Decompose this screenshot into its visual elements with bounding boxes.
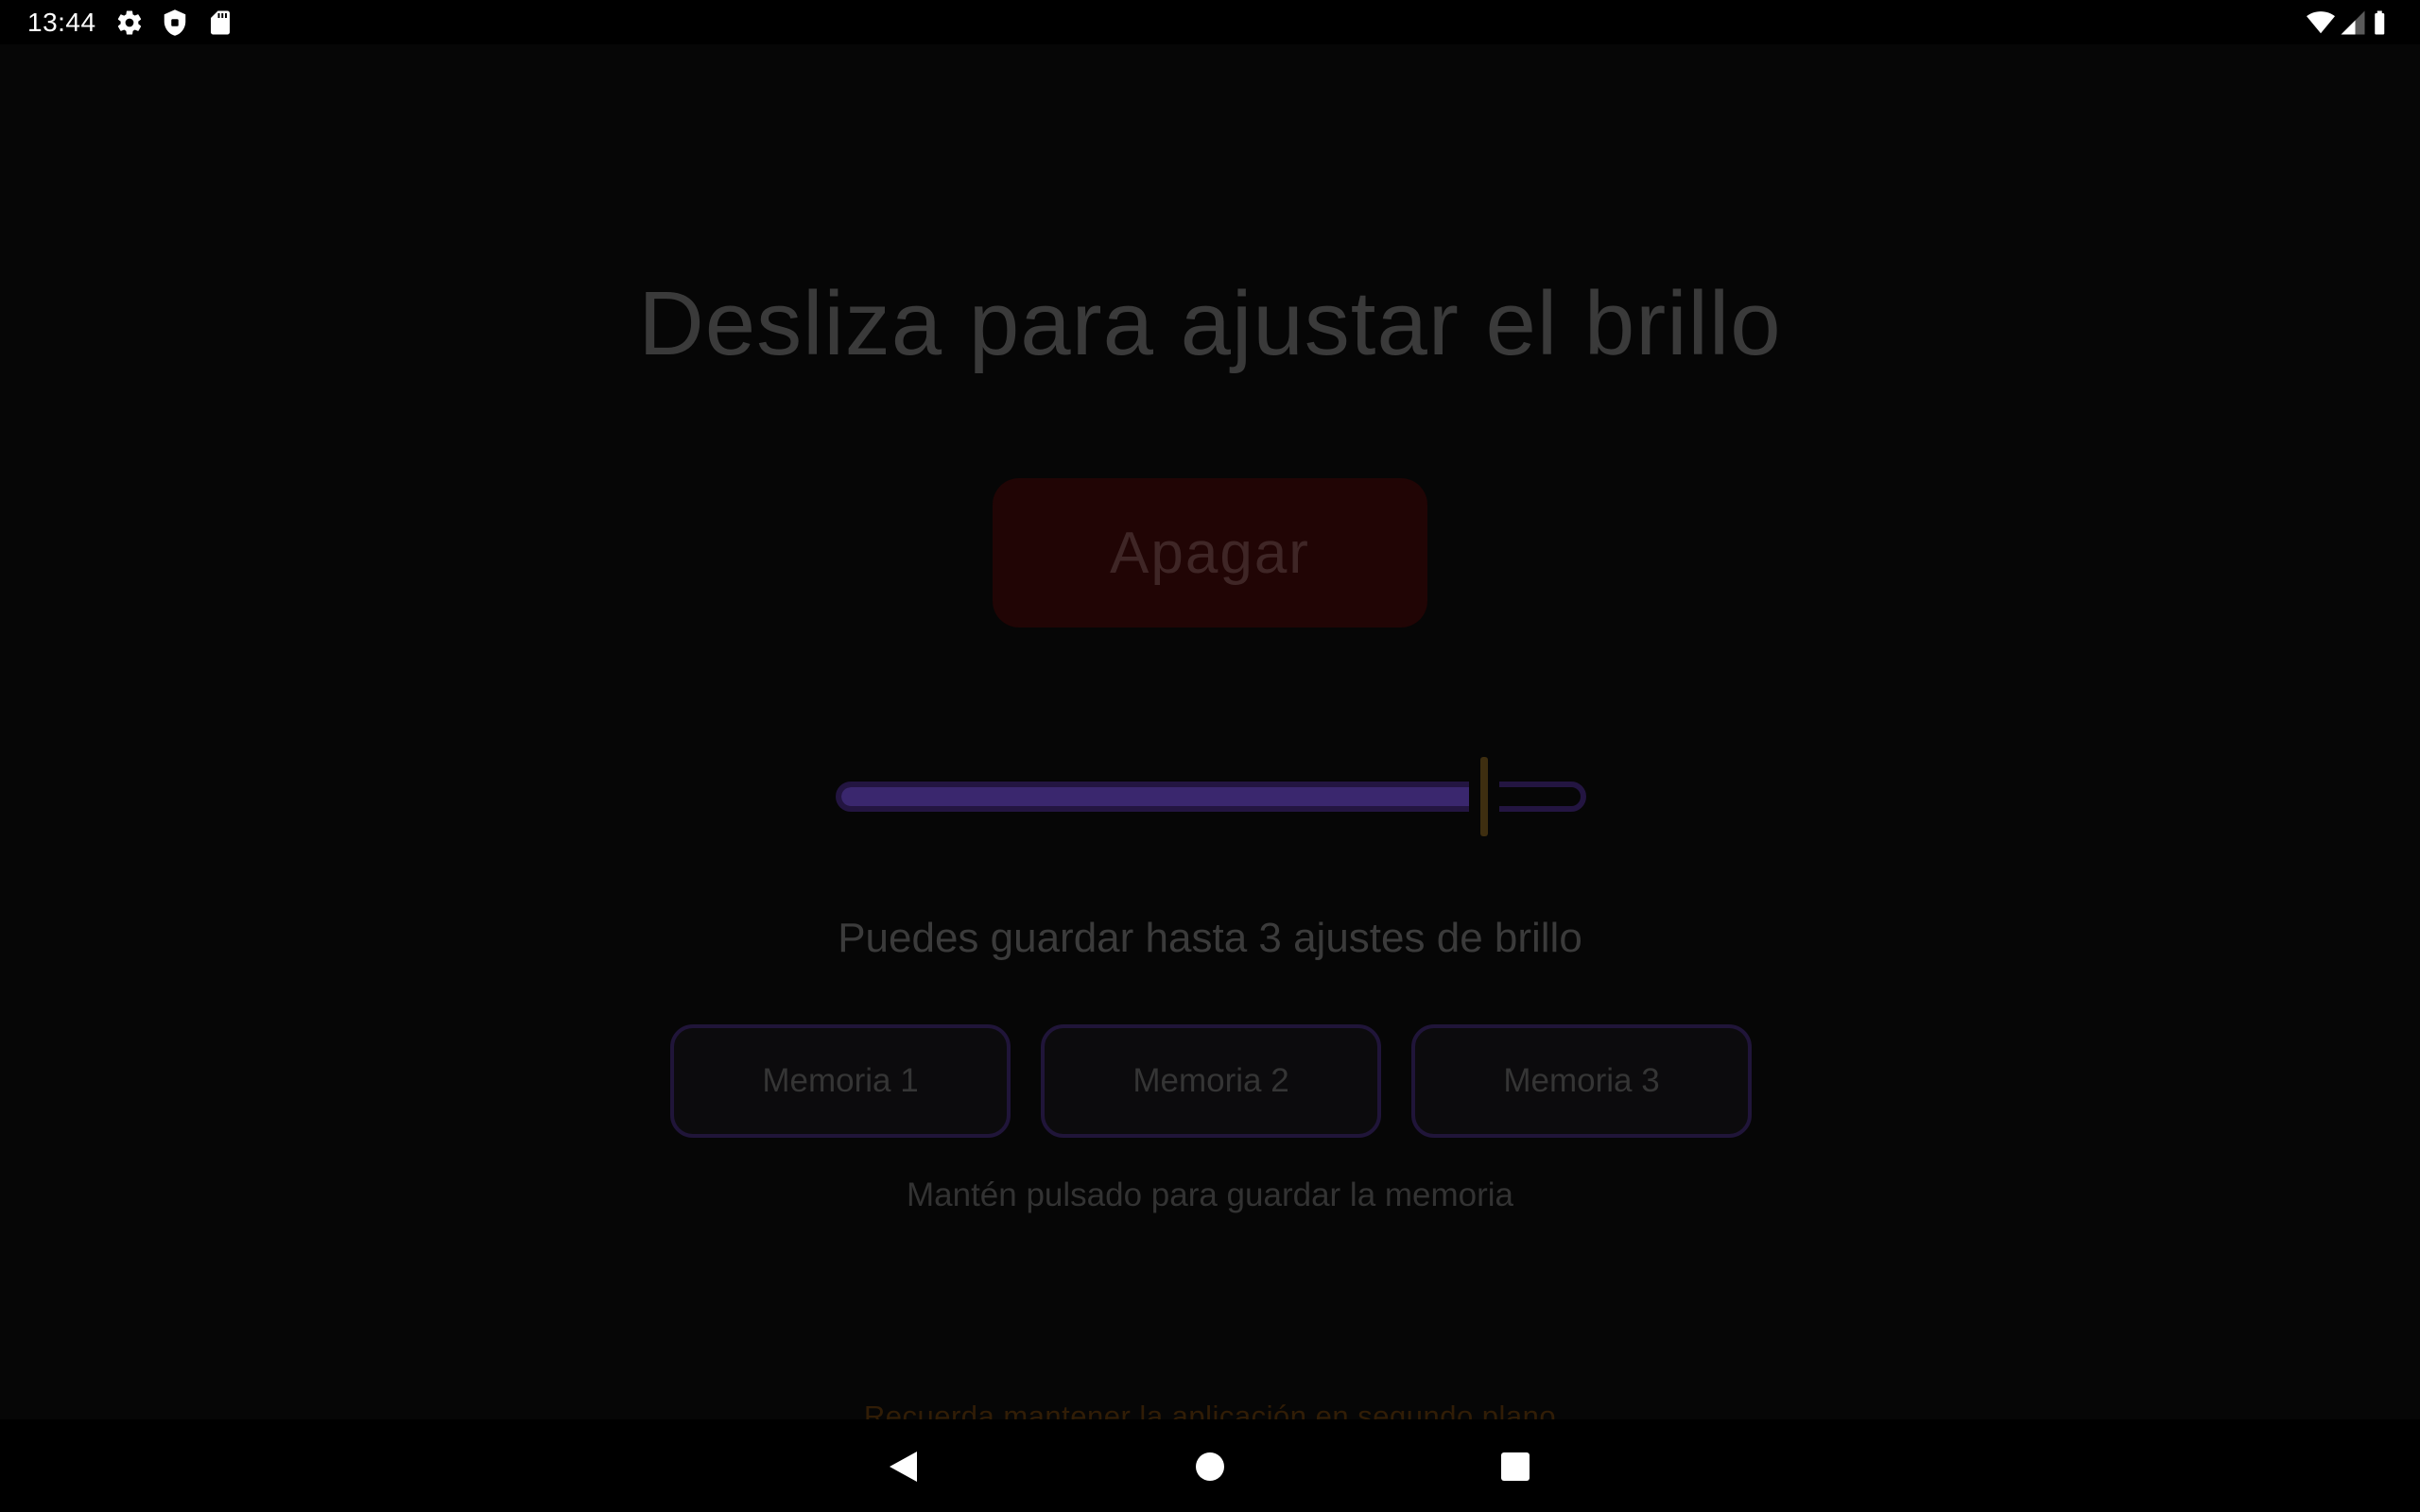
back-button[interactable] xyxy=(874,1438,931,1495)
sd-card-icon xyxy=(206,9,234,37)
navigation-bar xyxy=(0,1419,2420,1512)
status-time: 13:44 xyxy=(27,8,96,37)
home-button[interactable] xyxy=(1182,1438,1238,1495)
status-bar: 13:44 xyxy=(0,0,2420,44)
slider-thumb[interactable] xyxy=(1480,757,1489,836)
recents-button[interactable] xyxy=(1487,1438,1544,1495)
back-icon xyxy=(890,1452,917,1482)
app-content: Desliza para ajustar el brillo Apagar Pu… xyxy=(0,44,2420,1433)
save-memory-hint: Mantén pulsado para guardar la memoria xyxy=(906,1177,1514,1213)
home-icon xyxy=(1196,1452,1224,1481)
brightness-slider[interactable] xyxy=(832,753,1588,838)
shield-icon xyxy=(161,9,189,37)
gear-icon xyxy=(115,9,144,37)
memory-button-row: Memoria 1 Memoria 2 Memoria 3 xyxy=(0,1024,2420,1138)
memory-1-button[interactable]: Memoria 1 xyxy=(670,1024,1011,1138)
battery-icon xyxy=(2369,9,2397,37)
off-button[interactable]: Apagar xyxy=(993,478,1427,627)
memory-subtitle: Puedes guardar hasta 3 ajustes de brillo xyxy=(838,915,1582,961)
signal-icon xyxy=(2339,9,2367,37)
slider-active-track xyxy=(841,787,1472,806)
page-title: Desliza para ajustar el brillo xyxy=(638,273,1782,374)
recents-icon xyxy=(1501,1452,1530,1481)
memory-2-button[interactable]: Memoria 2 xyxy=(1041,1024,1381,1138)
wifi-icon xyxy=(2307,9,2335,37)
memory-3-button[interactable]: Memoria 3 xyxy=(1411,1024,1752,1138)
